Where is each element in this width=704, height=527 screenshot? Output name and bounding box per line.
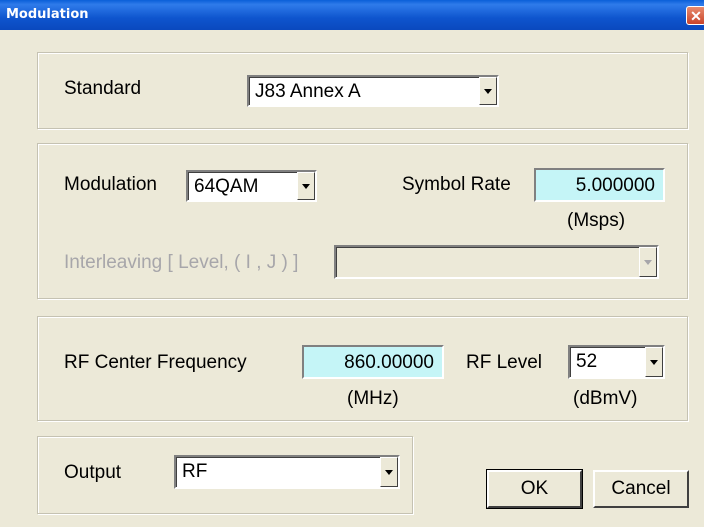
standard-label: Standard: [64, 78, 142, 99]
symbol-rate-field[interactable]: 5.000000: [534, 168, 665, 202]
rf-level-select[interactable]: 52: [568, 345, 665, 379]
rf-center-frequency-label: RF Center Frequency: [64, 352, 247, 373]
symbol-rate-label: Symbol Rate: [402, 174, 511, 195]
chevron-down-icon: [644, 260, 652, 265]
cancel-button[interactable]: Cancel: [593, 470, 689, 508]
close-button[interactable]: ✕: [686, 6, 704, 25]
symbol-rate-unit: (Msps): [567, 210, 626, 231]
rf-center-frequency-value: 860.00000: [344, 352, 434, 373]
chevron-down-icon: [302, 184, 310, 189]
rf-frequency-unit: (MHz): [347, 388, 399, 409]
output-dropdown-button[interactable]: [380, 457, 398, 487]
rf-level-value: 52: [576, 351, 598, 372]
window-title: Modulation: [6, 7, 89, 22]
rf-level-label: RF Level: [466, 352, 543, 373]
symbol-rate-value: 5.000000: [575, 175, 655, 196]
title-bar[interactable]: Modulation: [0, 0, 704, 30]
rf-level-dropdown-button[interactable]: [645, 347, 663, 377]
output-select[interactable]: RF: [174, 455, 400, 489]
chevron-down-icon: [484, 89, 492, 94]
chevron-down-icon: [385, 470, 393, 475]
standard-value: J83 Annex A: [255, 81, 361, 102]
output-label: Output: [64, 462, 122, 483]
chevron-down-icon: [650, 360, 658, 365]
interleaving-label: Interleaving [ Level, ( I , J ) ]: [64, 252, 299, 273]
modulation-dropdown-button[interactable]: [297, 172, 315, 200]
standard-select[interactable]: J83 Annex A: [247, 75, 499, 107]
modulation-value: 64QAM: [194, 176, 259, 197]
rf-level-unit: (dBmV): [573, 388, 638, 409]
modulation-label: Modulation: [64, 174, 157, 195]
output-value: RF: [182, 461, 208, 482]
standard-dropdown-button[interactable]: [479, 77, 497, 105]
modulation-select[interactable]: 64QAM: [186, 170, 317, 202]
interleaving-select: [334, 245, 659, 279]
ok-button[interactable]: OK: [486, 469, 583, 509]
close-icon: ✕: [690, 8, 702, 24]
interleaving-dropdown-button: [639, 247, 657, 277]
rf-center-frequency-field[interactable]: 860.00000: [302, 345, 444, 379]
